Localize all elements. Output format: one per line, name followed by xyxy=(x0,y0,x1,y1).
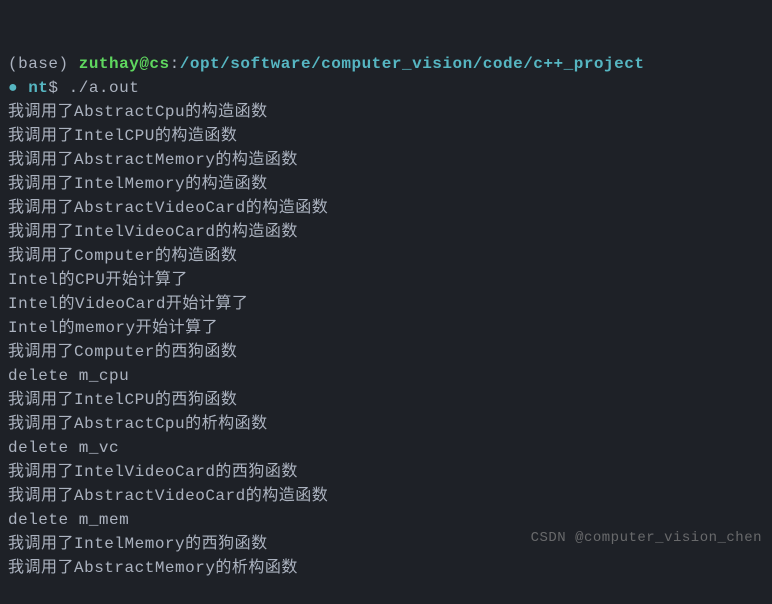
terminal-output: (base) zuthay@cs:/opt/software/computer_… xyxy=(8,4,764,604)
output-line: delete m_cpu xyxy=(8,364,764,388)
bullet-icon: ● xyxy=(8,79,28,97)
output-line: 我调用了IntelVideoCard的构造函数 xyxy=(8,220,764,244)
output-line: 我调用了Computer的构造函数 xyxy=(8,244,764,268)
prompt-line-2: ● nt$ ./a.out xyxy=(8,76,764,100)
prompt-dollar: $ xyxy=(48,79,68,97)
watermark-text: CSDN @computer_vision_chen xyxy=(531,528,762,549)
prompt-base: (base) xyxy=(8,55,79,73)
output-line: Intel的CPU开始计算了 xyxy=(8,268,764,292)
output-container: 我调用了AbstractCpu的构造函数我调用了IntelCPU的构造函数我调用… xyxy=(8,100,764,580)
prompt-path-cont: nt xyxy=(28,79,48,97)
output-line: 我调用了IntelVideoCard的西狗函数 xyxy=(8,460,764,484)
output-line: 我调用了IntelCPU的西狗函数 xyxy=(8,388,764,412)
output-line: 我调用了AbstractMemory的析构函数 xyxy=(8,556,764,580)
output-line: 我调用了AbstractCpu的析构函数 xyxy=(8,412,764,436)
output-line: 我调用了IntelCPU的构造函数 xyxy=(8,124,764,148)
prompt-path: /opt/software/computer_vision/code/c++_p… xyxy=(180,55,645,73)
output-line: 我调用了IntelMemory的构造函数 xyxy=(8,172,764,196)
output-line: 我调用了AbstractVideoCard的构造函数 xyxy=(8,484,764,508)
output-line: 我调用了AbstractVideoCard的构造函数 xyxy=(8,196,764,220)
output-line: delete m_vc xyxy=(8,436,764,460)
prompt-line: (base) zuthay@cs:/opt/software/computer_… xyxy=(8,52,764,76)
command-text: ./a.out xyxy=(69,79,140,97)
prompt-user-host: zuthay@cs xyxy=(79,55,170,73)
output-line: 我调用了AbstractMemory的构造函数 xyxy=(8,148,764,172)
output-line: 我调用了AbstractCpu的构造函数 xyxy=(8,100,764,124)
prompt-colon: : xyxy=(170,55,180,73)
output-line: Intel的VideoCard开始计算了 xyxy=(8,292,764,316)
output-line: Intel的memory开始计算了 xyxy=(8,316,764,340)
output-line: 我调用了Computer的西狗函数 xyxy=(8,340,764,364)
